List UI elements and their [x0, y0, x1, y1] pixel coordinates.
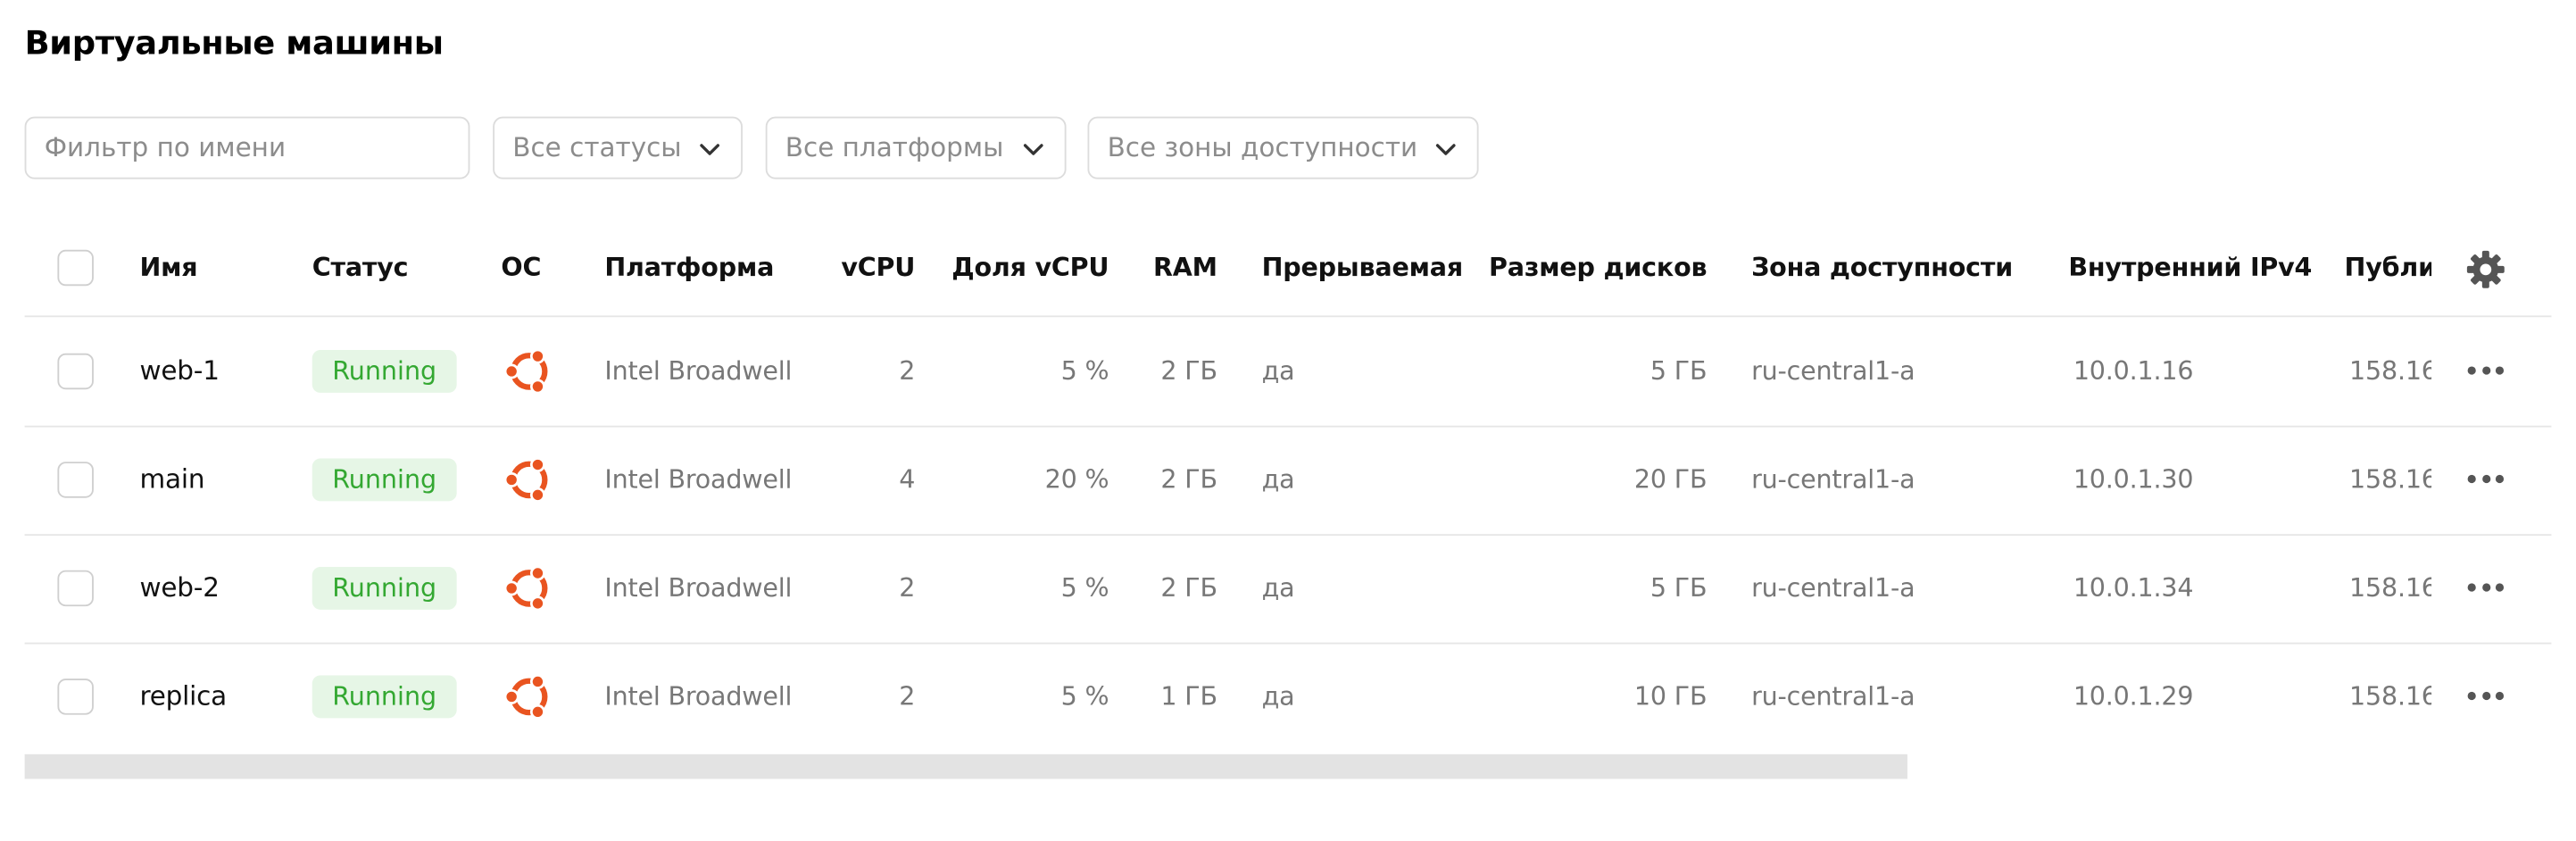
ram-cell: 1 ГБ — [1160, 681, 1217, 712]
vm-name[interactable]: web-1 — [139, 355, 220, 388]
row-checkbox[interactable] — [57, 679, 94, 715]
preemptible-cell: да — [1261, 356, 1295, 387]
vcpu-share-cell: 20 % — [1044, 464, 1109, 495]
gear-icon[interactable] — [2464, 248, 2507, 291]
divider — [24, 534, 2552, 537]
chevron-down-icon — [1022, 138, 1045, 162]
disk-size-cell: 10 ГБ — [1633, 681, 1708, 712]
status-badge: Running — [312, 350, 457, 393]
public-ipv4-cell: 158.16 — [2349, 681, 2432, 712]
column-header-disk-size[interactable]: Размер дисков — [1479, 252, 1708, 285]
column-header-status[interactable]: Статус — [312, 252, 409, 285]
platform-cell: Intel Broadwell — [604, 573, 793, 604]
column-header-os[interactable]: ОС — [501, 252, 541, 285]
vcpu-cell: 2 — [899, 573, 916, 604]
select-all-checkbox[interactable] — [57, 249, 94, 287]
vcpu-share-cell: 5 % — [1060, 573, 1109, 604]
platform-cell: Intel Broadwell — [604, 681, 793, 712]
disk-size-cell: 20 ГБ — [1633, 464, 1708, 495]
internal-ipv4-cell: 10.0.1.34 — [2073, 573, 2194, 604]
ubuntu-icon — [501, 561, 557, 617]
divider — [24, 425, 2552, 428]
zone-filter-dropdown[interactable]: Все зоны доступности — [1087, 116, 1479, 179]
ram-cell: 2 ГБ — [1160, 573, 1217, 604]
status-badge: Running — [312, 675, 457, 719]
status-badge: Running — [312, 567, 457, 610]
column-header-zone[interactable]: Зона доступности — [1751, 252, 2013, 285]
column-header-internal-ipv4[interactable]: Внутренний IPv4 — [2068, 252, 2312, 285]
divider — [24, 642, 2552, 645]
row-checkbox[interactable] — [57, 353, 94, 390]
more-horizontal-icon[interactable] — [2464, 688, 2507, 704]
vcpu-share-cell: 5 % — [1060, 356, 1109, 387]
preemptible-cell: да — [1261, 464, 1295, 495]
internal-ipv4-cell: 10.0.1.30 — [2073, 464, 2194, 495]
public-ipv4-cell: 158.16 — [2349, 464, 2432, 495]
vcpu-cell: 2 — [899, 681, 916, 712]
ubuntu-icon — [501, 344, 557, 400]
column-header-public-ipv4[interactable]: Публи — [2345, 252, 2432, 285]
row-checkbox[interactable] — [57, 462, 94, 498]
column-header-ram[interactable]: RAM — [1134, 252, 1217, 285]
public-ipv4-cell: 158.16 — [2349, 356, 2432, 387]
status-filter-label: Все статусы — [512, 131, 682, 163]
disk-size-cell: 5 ГБ — [1649, 356, 1708, 387]
horizontal-scrollbar[interactable] — [24, 754, 1907, 779]
name-filter-input[interactable]: Фильтр по имени — [24, 116, 470, 179]
column-header-name[interactable]: Имя — [139, 252, 197, 285]
platform-filter-label: Все платформы — [785, 131, 1004, 163]
ubuntu-icon — [501, 452, 557, 508]
more-horizontal-icon[interactable] — [2464, 580, 2507, 596]
preemptible-cell: да — [1261, 573, 1295, 604]
zone-cell: ru-central1-a — [1751, 464, 1915, 495]
vm-name[interactable]: web-2 — [139, 572, 220, 605]
platform-cell: Intel Broadwell — [604, 356, 793, 387]
internal-ipv4-cell: 10.0.1.29 — [2073, 681, 2194, 712]
page-title: Виртуальные машины — [24, 22, 444, 62]
vcpu-cell: 4 — [899, 464, 916, 495]
platform-cell: Intel Broadwell — [604, 464, 793, 495]
status-badge: Running — [312, 458, 457, 502]
public-ipv4-cell: 158.16 — [2349, 573, 2432, 604]
zone-cell: ru-central1-a — [1751, 681, 1915, 712]
more-horizontal-icon[interactable] — [2464, 363, 2507, 379]
chevron-down-icon — [1434, 138, 1458, 162]
internal-ipv4-cell: 10.0.1.16 — [2073, 356, 2194, 387]
vm-name[interactable]: replica — [139, 680, 227, 713]
vm-name[interactable]: main — [139, 463, 204, 496]
zone-filter-label: Все зоны доступности — [1107, 131, 1418, 163]
zone-cell: ru-central1-a — [1751, 573, 1915, 604]
row-checkbox[interactable] — [57, 570, 94, 607]
disk-size-cell: 5 ГБ — [1649, 573, 1708, 604]
status-filter-dropdown[interactable]: Все статусы — [493, 116, 743, 179]
ram-cell: 2 ГБ — [1160, 356, 1217, 387]
chevron-down-icon — [698, 138, 721, 162]
column-header-platform[interactable]: Платформа — [604, 252, 774, 285]
divider — [24, 315, 2552, 318]
preemptible-cell: да — [1261, 681, 1295, 712]
vcpu-share-cell: 5 % — [1060, 681, 1109, 712]
ubuntu-icon — [501, 669, 557, 725]
zone-cell: ru-central1-a — [1751, 356, 1915, 387]
ram-cell: 2 ГБ — [1160, 464, 1217, 495]
platform-filter-dropdown[interactable]: Все платформы — [765, 116, 1067, 179]
column-header-vcpu-share[interactable]: Доля vCPU — [936, 252, 1109, 285]
column-header-vcpu[interactable]: vCPU — [821, 252, 915, 285]
column-header-preemptible[interactable]: Прерываемая — [1262, 252, 1464, 285]
vcpu-cell: 2 — [899, 356, 916, 387]
more-horizontal-icon[interactable] — [2464, 471, 2507, 487]
